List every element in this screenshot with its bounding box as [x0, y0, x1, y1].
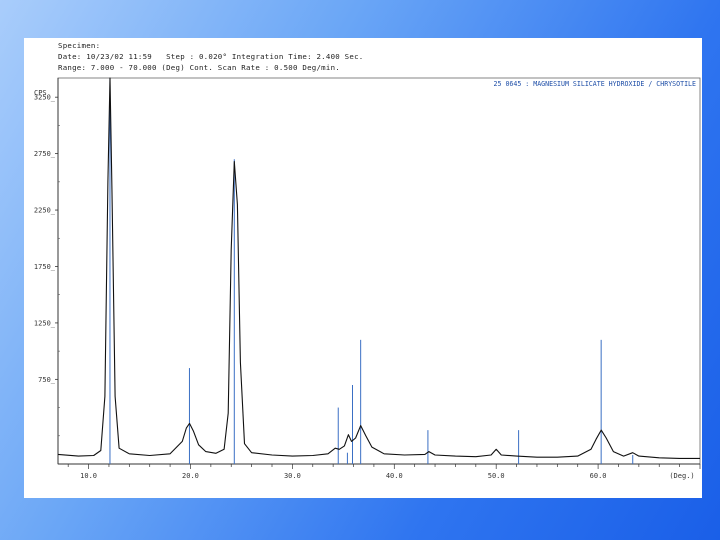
y-tick-label: 1250_: [34, 319, 56, 327]
plot-frame: [57, 77, 701, 465]
x-tick-label: 60.0: [590, 472, 607, 480]
slide-background: Specimen: Date: 10/23/02 11:59 Step : 0.…: [0, 0, 720, 540]
xrd-report-panel: Specimen: Date: 10/23/02 11:59 Step : 0.…: [24, 38, 702, 498]
y-tick-label: 3250_: [34, 94, 56, 102]
x-tick-label: 30.0: [284, 472, 301, 480]
y-tick-label: 2750_: [34, 150, 56, 158]
y-tick-label: 1750_: [34, 263, 56, 271]
x-tick-label: 10.0: [80, 472, 97, 480]
x-axis-label: (Deg.): [669, 472, 694, 480]
x-tick-label: 40.0: [386, 472, 403, 480]
x-tick-label: 20.0: [182, 472, 199, 480]
xrd-chart: CPS25 0645 : MAGNESIUM SILICATE HYDROXID…: [34, 77, 701, 480]
reference-pattern-title: 25 0645 : MAGNESIUM SILICATE HYDROXIDE /…: [494, 80, 696, 88]
x-tick-label: 50.0: [488, 472, 505, 480]
y-tick-label: 750_: [38, 376, 56, 384]
diffraction-series-line: [57, 77, 700, 459]
y-tick-label: 2250_: [34, 207, 56, 215]
